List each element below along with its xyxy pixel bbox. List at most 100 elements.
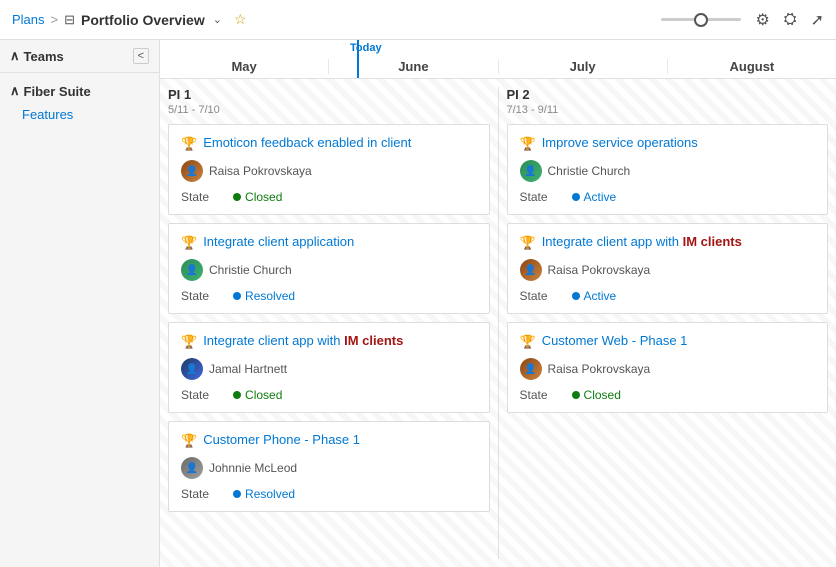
pi1-card2-title-text: Integrate client application — [203, 234, 354, 249]
month-august: August — [667, 59, 836, 74]
timeline-body: PI 1 5/11 - 7/10 🏆 Emoticon feedback ena… — [160, 79, 836, 567]
pi1-card1-person: 👤 Raisa Pokrovskaya — [181, 160, 477, 182]
state-label: State — [181, 190, 209, 204]
state-dot-resolved — [233, 490, 241, 498]
pi1-card2-person-name: Christie Church — [209, 263, 292, 277]
today-label: Today — [350, 42, 382, 54]
pi1-card3-state: State Closed — [181, 388, 477, 402]
pi1-card4-title: 🏆 Customer Phone - Phase 1 — [181, 432, 477, 449]
pi2-card-1[interactable]: 🏆 Improve service operations 👤 Christie … — [507, 124, 829, 215]
app-header: Plans > ⊟ Portfolio Overview ⌄ ☆ ⚙ ⛭ ➚ — [0, 0, 836, 40]
state-dot-resolved — [233, 292, 241, 300]
state-label: State — [520, 289, 548, 303]
trophy-icon: 🏆 — [181, 136, 197, 152]
state-value: Closed — [233, 388, 282, 402]
breadcrumb-separator: > — [51, 12, 59, 27]
breadcrumb-plans[interactable]: Plans — [12, 12, 45, 27]
avatar: 👤 — [520, 259, 542, 281]
teams-text: Teams — [24, 49, 64, 64]
pi1-card-4[interactable]: 🏆 Customer Phone - Phase 1 👤 Johnnie McL… — [168, 421, 490, 512]
state-dot-closed — [233, 193, 241, 201]
pi2-dates: 7/13 - 9/11 — [507, 104, 829, 116]
pi1-card2-person: 👤 Christie Church — [181, 259, 477, 281]
pi1-card3-person-name: Jamal Hartnett — [209, 362, 287, 376]
sidebar-item-features[interactable]: Features — [0, 103, 159, 126]
filter-icon[interactable]: ⛭ — [784, 11, 797, 29]
state-text: Closed — [584, 388, 621, 402]
state-text: Closed — [245, 388, 282, 402]
fiber-suite-group-header[interactable]: ∧ Fiber Suite — [0, 79, 159, 103]
trophy-icon: 🏆 — [520, 235, 536, 251]
pi1-card-3[interactable]: 🏆 Integrate client app with IM clients 👤… — [168, 322, 490, 413]
avatar: 👤 — [181, 160, 203, 182]
avatar: 👤 — [181, 259, 203, 281]
pi2-card3-person: 👤 Raisa Pokrovskaya — [520, 358, 816, 380]
content-area: Today May June July August PI 1 5/11 - 7… — [160, 40, 836, 567]
sidebar-collapse-button[interactable]: < — [133, 48, 149, 64]
state-dot-closed — [572, 391, 580, 399]
sidebar-group-fiber-suite: ∧ Fiber Suite Features — [0, 73, 159, 132]
state-text: Closed — [245, 190, 282, 204]
pi2-card1-title: 🏆 Improve service operations — [520, 135, 816, 152]
pi2-card1-state: State Active — [520, 190, 816, 204]
trophy-icon: 🏆 — [520, 136, 536, 152]
month-may: May — [160, 59, 328, 74]
pi1-section: PI 1 5/11 - 7/10 🏆 Emoticon feedback ena… — [160, 87, 499, 559]
pi2-card2-person: 👤 Raisa Pokrovskaya — [520, 259, 816, 281]
today-line — [357, 40, 359, 78]
pi2-card3-title-text: Customer Web - Phase 1 — [542, 333, 688, 348]
state-dot-active — [572, 292, 580, 300]
chevron-down-icon: ∧ — [10, 83, 20, 99]
state-value: Active — [572, 289, 617, 303]
trophy-icon: 🏆 — [181, 433, 197, 449]
avatar: 👤 — [181, 358, 203, 380]
pi1-card-1[interactable]: 🏆 Emoticon feedback enabled in client 👤 … — [168, 124, 490, 215]
pi2-card2-title-text: Integrate client app with IM clients — [542, 234, 742, 249]
state-text: Active — [584, 190, 617, 204]
pi2-title: PI 2 — [507, 87, 829, 102]
settings-icon[interactable]: ⚙ — [755, 10, 769, 30]
expand-icon[interactable]: ➚ — [811, 10, 824, 30]
header-controls: ⚙ ⛭ ➚ — [661, 10, 824, 30]
state-label: State — [520, 190, 548, 204]
zoom-slider[interactable] — [661, 18, 741, 21]
pi1-card-2[interactable]: 🏆 Integrate client application 👤 Christi… — [168, 223, 490, 314]
pi2-card2-state: State Active — [520, 289, 816, 303]
portfolio-icon: ⊟ — [64, 12, 75, 28]
state-text: Resolved — [245, 289, 295, 303]
state-value: Closed — [572, 388, 621, 402]
pi1-card4-state: State Resolved — [181, 487, 477, 501]
chevron-up-icon: ∧ — [10, 48, 20, 64]
fiber-suite-label: Fiber Suite — [24, 84, 91, 99]
pi1-card4-person-name: Johnnie McLeod — [209, 461, 297, 475]
favorite-star-icon[interactable]: ☆ — [234, 11, 247, 28]
pi1-card3-title-text: Integrate client app with IM clients — [203, 333, 403, 348]
pi1-title: PI 1 — [168, 87, 490, 102]
page-title: Portfolio Overview — [81, 12, 205, 28]
trophy-icon: 🏆 — [181, 334, 197, 350]
state-value: Active — [572, 190, 617, 204]
state-label: State — [520, 388, 548, 402]
trophy-icon: 🏆 — [520, 334, 536, 350]
teams-label: ∧ Teams — [10, 48, 64, 64]
pi2-card1-title-text: Improve service operations — [542, 135, 698, 150]
sidebar-header: ∧ Teams < — [0, 40, 159, 73]
pi2-card-2[interactable]: 🏆 Integrate client app with IM clients 👤… — [507, 223, 829, 314]
pi1-card3-person: 👤 Jamal Hartnett — [181, 358, 477, 380]
state-value: Closed — [233, 190, 282, 204]
month-july: July — [498, 59, 667, 74]
pi2-card-3[interactable]: 🏆 Customer Web - Phase 1 👤 Raisa Pokrovs… — [507, 322, 829, 413]
sidebar: ∧ Teams < ∧ Fiber Suite Features — [0, 40, 160, 567]
main-area: ∧ Teams < ∧ Fiber Suite Features Today M… — [0, 40, 836, 567]
state-text: Resolved — [245, 487, 295, 501]
pi1-dates: 5/11 - 7/10 — [168, 104, 490, 116]
pi2-card2-person-name: Raisa Pokrovskaya — [548, 263, 651, 277]
state-value: Resolved — [233, 289, 295, 303]
pi2-card3-state: State Closed — [520, 388, 816, 402]
state-dot-active — [572, 193, 580, 201]
title-chevron-icon[interactable]: ⌄ — [213, 13, 222, 26]
state-value: Resolved — [233, 487, 295, 501]
pi-sections: PI 1 5/11 - 7/10 🏆 Emoticon feedback ena… — [160, 79, 836, 567]
state-label: State — [181, 388, 209, 402]
pi1-card1-title-text: Emoticon feedback enabled in client — [203, 135, 411, 150]
